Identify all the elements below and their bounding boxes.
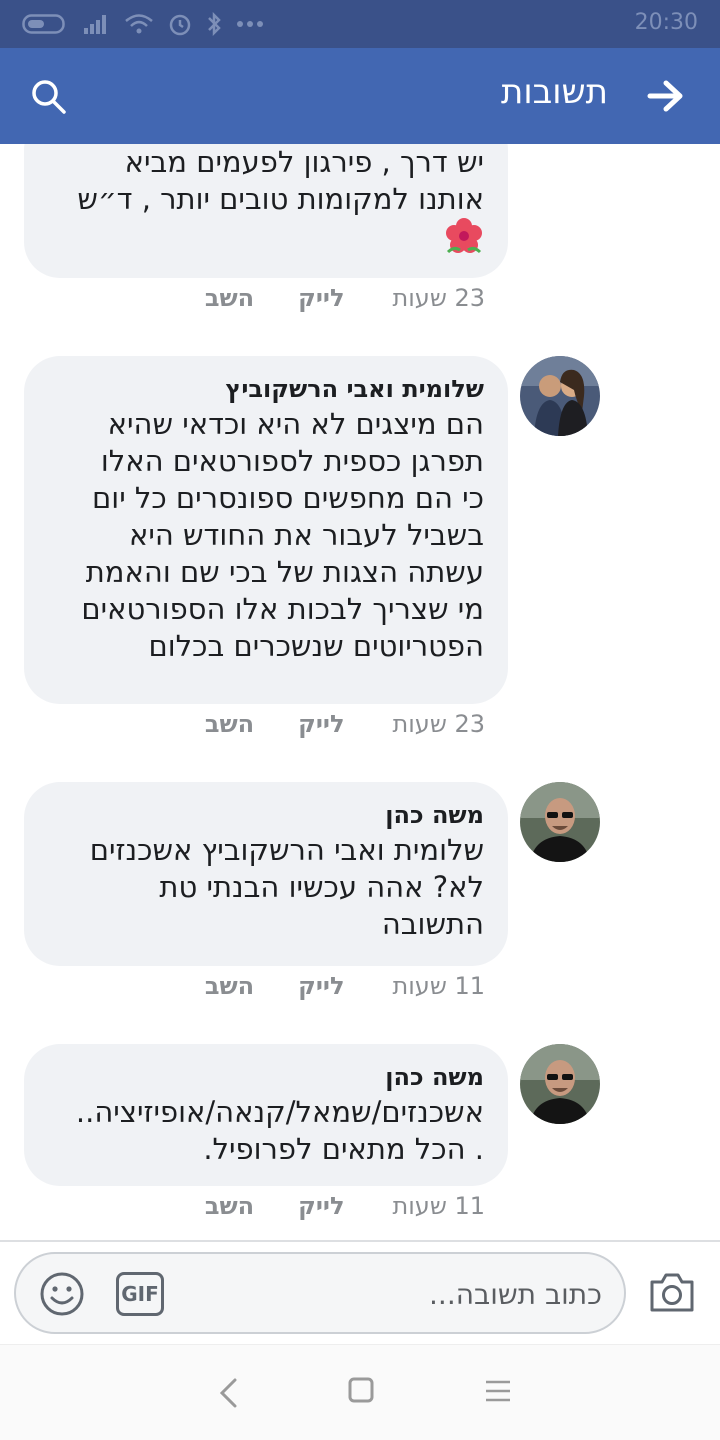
nav-home-button[interactable] [348, 1377, 374, 1403]
avatar-image [520, 1044, 600, 1124]
search-icon [32, 80, 66, 114]
comment-meta: 23 שעות לייק השב [185, 710, 485, 738]
signal-icon [84, 15, 106, 34]
nav-back-icon [219, 1378, 237, 1408]
replies-feed[interactable]: יש דרך , פירגון לפעמים מביא אותנו למקומו… [0, 144, 720, 1240]
camera-icon [650, 1273, 694, 1312]
reply-button[interactable]: השב [205, 710, 254, 738]
avatar[interactable] [520, 356, 600, 436]
nav-menu-icon [486, 1380, 510, 1402]
flower-icon [446, 218, 482, 254]
arrow-right-icon [647, 80, 683, 112]
comment-meta: 11 שעות לייק השב [185, 1192, 485, 1220]
camera-button[interactable] [648, 1270, 696, 1314]
comment-meta: 23 שעות לייק השב [185, 284, 485, 312]
like-button[interactable]: לייק [298, 1192, 344, 1220]
reply-button[interactable]: השב [205, 972, 254, 1000]
comment-time: 23 שעות [392, 710, 485, 738]
reply-input-container[interactable]: GIF [14, 1252, 626, 1334]
comment-text: יש דרך , פירגון לפעמים מביא אותנו למקומו… [77, 145, 484, 216]
avatar[interactable] [520, 1044, 600, 1124]
comment-text: שלומית ואבי הרשקוביץ אשכנזים לא? אהה עכש… [89, 833, 484, 941]
screen: 20:30 תשובות יש דרך , פירגון לפעמים מביא… [0, 0, 720, 1440]
comment-text: אשכנזים/שמאל/קנאה/אופיזיציה.. . הכל מתאי… [75, 1095, 484, 1166]
emoji-button[interactable] [38, 1270, 86, 1318]
comment-time: 11 שעות [392, 972, 485, 1000]
system-nav-bar [0, 1344, 720, 1440]
comment-time: 11 שעות [392, 1192, 485, 1220]
page-title: תשובות [501, 72, 608, 112]
smiley-icon [40, 1272, 84, 1316]
reply-composer: GIF [0, 1240, 720, 1344]
comment-meta: 11 שעות לייק השב [185, 972, 485, 1000]
wifi-icon [125, 14, 153, 34]
comment-bubble[interactable]: משה כהן אשכנזים/שמאל/קנאה/אופיזיציה.. . … [24, 1044, 508, 1186]
comment-author[interactable]: משה כהן [46, 1060, 484, 1094]
avatar-image [520, 782, 600, 862]
avatar-image [520, 356, 600, 436]
comment-author[interactable]: שלומית ואבי הרשקוביץ [46, 372, 484, 406]
like-button[interactable]: לייק [298, 284, 344, 312]
nav-back-button[interactable] [215, 1377, 241, 1409]
alarm-icon [169, 14, 191, 36]
comment-time: 23 שעות [392, 284, 485, 312]
back-button[interactable] [646, 78, 686, 114]
reply-button[interactable]: השב [205, 284, 254, 312]
comment-bubble[interactable]: משה כהן שלומית ואבי הרשקוביץ אשכנזים לא?… [24, 782, 508, 966]
gif-button[interactable]: GIF [116, 1272, 164, 1316]
comment-text: הם מיצגים לא היא וכדאי שהיא תפרגן כספית … [81, 407, 484, 663]
status-bar: 20:30 [0, 0, 720, 48]
like-button[interactable]: לייק [298, 710, 344, 738]
comment-bubble[interactable]: שלומית ואבי הרשקוביץ הם מיצגים לא היא וכ… [24, 356, 508, 704]
nav-home-icon [348, 1377, 374, 1403]
search-button[interactable] [30, 78, 68, 116]
comment-author[interactable]: משה כהן [46, 798, 484, 832]
top-header: תשובות [0, 48, 720, 144]
avatar[interactable] [520, 782, 600, 862]
like-button[interactable]: לייק [298, 972, 344, 1000]
status-icons [22, 12, 264, 36]
reply-input[interactable] [302, 1274, 602, 1314]
bluetooth-icon [208, 12, 221, 36]
battery-icon [22, 14, 65, 34]
comment-bubble[interactable]: יש דרך , פירגון לפעמים מביא אותנו למקומו… [24, 144, 508, 278]
more-dots-icon [237, 21, 263, 27]
status-time: 20:30 [634, 10, 698, 35]
reply-button[interactable]: השב [205, 1192, 254, 1220]
nav-menu-button[interactable] [484, 1377, 512, 1405]
